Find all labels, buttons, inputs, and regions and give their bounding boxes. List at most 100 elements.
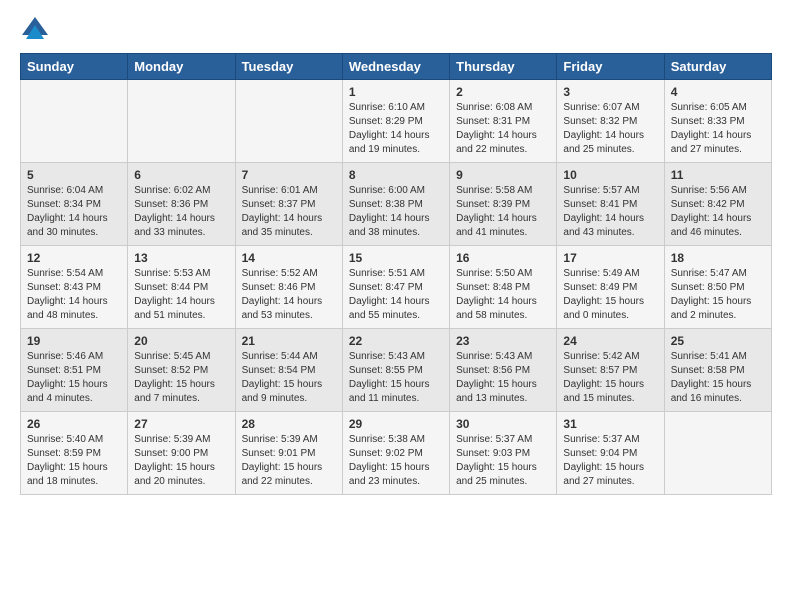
day-number: 8 xyxy=(349,168,443,182)
day-info: Sunrise: 5:43 AM Sunset: 8:56 PM Dayligh… xyxy=(456,350,550,406)
day-header-monday: Monday xyxy=(128,54,235,80)
day-info: Sunrise: 5:42 AM Sunset: 8:57 PM Dayligh… xyxy=(563,350,657,406)
day-number: 31 xyxy=(563,417,657,431)
day-number: 27 xyxy=(134,417,228,431)
day-number: 26 xyxy=(27,417,121,431)
day-number: 14 xyxy=(242,251,336,265)
logo xyxy=(20,15,54,45)
day-cell: 24 Sunrise: 5:42 AM Sunset: 8:57 PM Dayli… xyxy=(557,329,664,412)
day-number: 1 xyxy=(349,85,443,99)
day-info: Sunrise: 5:38 AM Sunset: 9:02 PM Dayligh… xyxy=(349,433,443,489)
day-info: Sunrise: 6:10 AM Sunset: 8:29 PM Dayligh… xyxy=(349,101,443,157)
day-info: Sunrise: 5:46 AM Sunset: 8:51 PM Dayligh… xyxy=(27,350,121,406)
day-number: 20 xyxy=(134,334,228,348)
day-number: 4 xyxy=(671,85,765,99)
day-info: Sunrise: 5:57 AM Sunset: 8:41 PM Dayligh… xyxy=(563,184,657,240)
calendar-header: SundayMondayTuesdayWednesdayThursdayFrid… xyxy=(21,54,772,80)
day-number: 22 xyxy=(349,334,443,348)
day-cell: 29 Sunrise: 5:38 AM Sunset: 9:02 PM Dayli… xyxy=(342,412,449,495)
page: SundayMondayTuesdayWednesdayThursdayFrid… xyxy=(0,0,792,612)
day-cell xyxy=(664,412,771,495)
day-info: Sunrise: 5:47 AM Sunset: 8:50 PM Dayligh… xyxy=(671,267,765,323)
day-cell: 5Sunrise: 6:04 AM Sunset: 8:34 PM Daylig… xyxy=(21,163,128,246)
day-number: 24 xyxy=(563,334,657,348)
day-number: 3 xyxy=(563,85,657,99)
day-cell: 17 Sunrise: 5:49 AM Sunset: 8:49 PM Dayli… xyxy=(557,246,664,329)
day-number: 18 xyxy=(671,251,765,265)
week-row-0: 1 Sunrise: 6:10 AM Sunset: 8:29 PM Daylig… xyxy=(21,80,772,163)
header-row: SundayMondayTuesdayWednesdayThursdayFrid… xyxy=(21,54,772,80)
day-info: Sunrise: 6:01 AM Sunset: 8:37 PM Dayligh… xyxy=(242,184,336,240)
day-cell: 8 Sunrise: 6:00 AM Sunset: 8:38 PM Daylig… xyxy=(342,163,449,246)
day-info: Sunrise: 6:07 AM Sunset: 8:32 PM Dayligh… xyxy=(563,101,657,157)
day-cell: 31 Sunrise: 5:37 AM Sunset: 9:04 PM Dayli… xyxy=(557,412,664,495)
day-cell xyxy=(21,80,128,163)
day-info: Sunrise: 5:52 AM Sunset: 8:46 PM Dayligh… xyxy=(242,267,336,323)
day-cell: 4 Sunrise: 6:05 AM Sunset: 8:33 PM Daylig… xyxy=(664,80,771,163)
day-info: Sunrise: 5:45 AM Sunset: 8:52 PM Dayligh… xyxy=(134,350,228,406)
week-row-1: 5Sunrise: 6:04 AM Sunset: 8:34 PM Daylig… xyxy=(21,163,772,246)
day-cell xyxy=(235,80,342,163)
day-info: Sunrise: 5:37 AM Sunset: 9:04 PM Dayligh… xyxy=(563,433,657,489)
day-info: Sunrise: 5:50 AM Sunset: 8:48 PM Dayligh… xyxy=(456,267,550,323)
day-number: 29 xyxy=(349,417,443,431)
day-info: Sunrise: 5:44 AM Sunset: 8:54 PM Dayligh… xyxy=(242,350,336,406)
day-cell: 6 Sunrise: 6:02 AM Sunset: 8:36 PM Daylig… xyxy=(128,163,235,246)
day-info: Sunrise: 5:58 AM Sunset: 8:39 PM Dayligh… xyxy=(456,184,550,240)
day-cell: 21 Sunrise: 5:44 AM Sunset: 8:54 PM Dayli… xyxy=(235,329,342,412)
day-cell: 25Sunrise: 5:41 AM Sunset: 8:58 PM Dayli… xyxy=(664,329,771,412)
day-number: 16 xyxy=(456,251,550,265)
day-number: 11 xyxy=(671,168,765,182)
day-info: Sunrise: 5:39 AM Sunset: 9:00 PM Dayligh… xyxy=(134,433,228,489)
calendar-body: 1 Sunrise: 6:10 AM Sunset: 8:29 PM Daylig… xyxy=(21,80,772,495)
day-header-saturday: Saturday xyxy=(664,54,771,80)
day-info: Sunrise: 6:05 AM Sunset: 8:33 PM Dayligh… xyxy=(671,101,765,157)
day-cell: 2Sunrise: 6:08 AM Sunset: 8:31 PM Daylig… xyxy=(450,80,557,163)
day-cell: 15 Sunrise: 5:51 AM Sunset: 8:47 PM Dayli… xyxy=(342,246,449,329)
day-info: Sunrise: 6:00 AM Sunset: 8:38 PM Dayligh… xyxy=(349,184,443,240)
day-cell: 22Sunrise: 5:43 AM Sunset: 8:55 PM Dayli… xyxy=(342,329,449,412)
day-cell: 18 Sunrise: 5:47 AM Sunset: 8:50 PM Dayli… xyxy=(664,246,771,329)
day-cell: 20 Sunrise: 5:45 AM Sunset: 8:52 PM Dayli… xyxy=(128,329,235,412)
day-cell: 30Sunrise: 5:37 AM Sunset: 9:03 PM Dayli… xyxy=(450,412,557,495)
day-cell: 10 Sunrise: 5:57 AM Sunset: 8:41 PM Dayli… xyxy=(557,163,664,246)
day-number: 12 xyxy=(27,251,121,265)
day-cell: 19 Sunrise: 5:46 AM Sunset: 8:51 PM Dayli… xyxy=(21,329,128,412)
day-info: Sunrise: 6:08 AM Sunset: 8:31 PM Dayligh… xyxy=(456,101,550,157)
week-row-2: 12 Sunrise: 5:54 AM Sunset: 8:43 PM Dayli… xyxy=(21,246,772,329)
day-number: 5 xyxy=(27,168,121,182)
day-info: Sunrise: 5:51 AM Sunset: 8:47 PM Dayligh… xyxy=(349,267,443,323)
day-header-sunday: Sunday xyxy=(21,54,128,80)
day-info: Sunrise: 6:02 AM Sunset: 8:36 PM Dayligh… xyxy=(134,184,228,240)
day-number: 6 xyxy=(134,168,228,182)
day-info: Sunrise: 5:37 AM Sunset: 9:03 PM Dayligh… xyxy=(456,433,550,489)
day-cell: 9 Sunrise: 5:58 AM Sunset: 8:39 PM Daylig… xyxy=(450,163,557,246)
calendar-table: SundayMondayTuesdayWednesdayThursdayFrid… xyxy=(20,53,772,495)
day-cell xyxy=(128,80,235,163)
logo-icon xyxy=(20,15,50,45)
day-cell: 28Sunrise: 5:39 AM Sunset: 9:01 PM Dayli… xyxy=(235,412,342,495)
day-cell: 27 Sunrise: 5:39 AM Sunset: 9:00 PM Dayli… xyxy=(128,412,235,495)
day-number: 28 xyxy=(242,417,336,431)
day-cell: 7 Sunrise: 6:01 AM Sunset: 8:37 PM Daylig… xyxy=(235,163,342,246)
day-number: 23 xyxy=(456,334,550,348)
day-number: 21 xyxy=(242,334,336,348)
day-header-thursday: Thursday xyxy=(450,54,557,80)
day-cell: 13Sunrise: 5:53 AM Sunset: 8:44 PM Dayli… xyxy=(128,246,235,329)
day-info: Sunrise: 5:54 AM Sunset: 8:43 PM Dayligh… xyxy=(27,267,121,323)
day-info: Sunrise: 5:53 AM Sunset: 8:44 PM Dayligh… xyxy=(134,267,228,323)
day-header-wednesday: Wednesday xyxy=(342,54,449,80)
day-info: Sunrise: 5:49 AM Sunset: 8:49 PM Dayligh… xyxy=(563,267,657,323)
day-cell: 14 Sunrise: 5:52 AM Sunset: 8:46 PM Dayli… xyxy=(235,246,342,329)
day-number: 10 xyxy=(563,168,657,182)
week-row-4: 26Sunrise: 5:40 AM Sunset: 8:59 PM Dayli… xyxy=(21,412,772,495)
day-number: 19 xyxy=(27,334,121,348)
day-number: 7 xyxy=(242,168,336,182)
day-cell: 1 Sunrise: 6:10 AM Sunset: 8:29 PM Daylig… xyxy=(342,80,449,163)
day-number: 9 xyxy=(456,168,550,182)
day-cell: 23 Sunrise: 5:43 AM Sunset: 8:56 PM Dayli… xyxy=(450,329,557,412)
day-number: 17 xyxy=(563,251,657,265)
day-info: Sunrise: 5:41 AM Sunset: 8:58 PM Dayligh… xyxy=(671,350,765,406)
day-number: 15 xyxy=(349,251,443,265)
day-info: Sunrise: 5:56 AM Sunset: 8:42 PM Dayligh… xyxy=(671,184,765,240)
